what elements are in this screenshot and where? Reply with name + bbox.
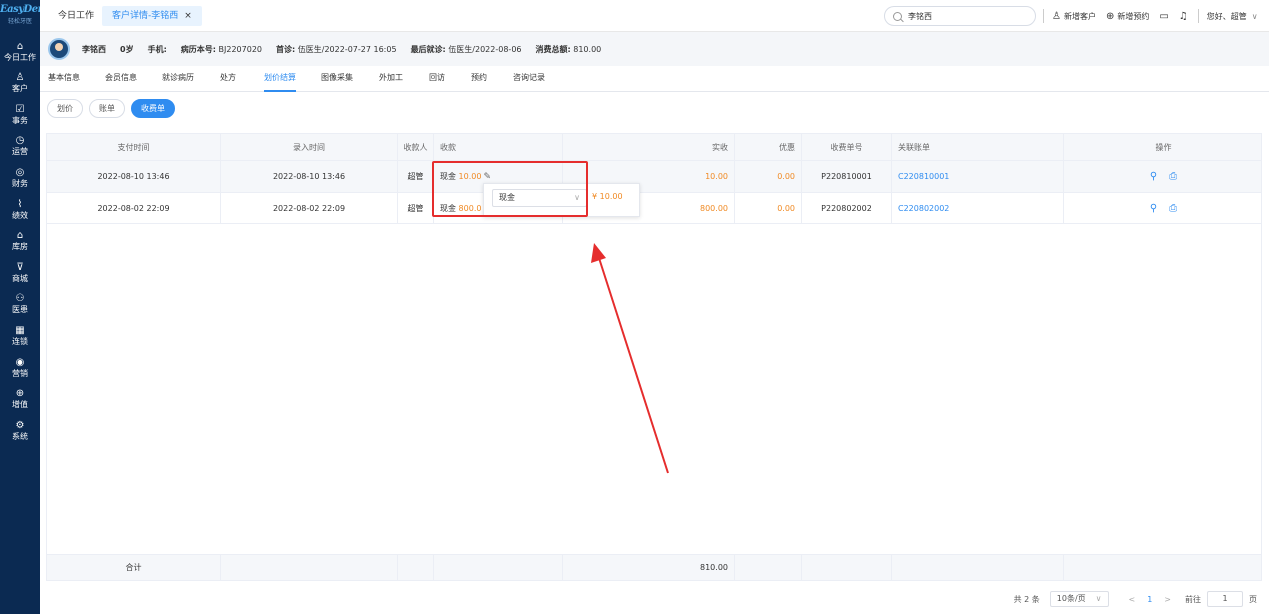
annotation-arrow: [591, 243, 669, 474]
next-page-button[interactable]: >: [1164, 595, 1171, 604]
page-size-select[interactable]: 10条/页 ∨: [1049, 591, 1109, 607]
goto-page-input[interactable]: 1: [1207, 591, 1243, 607]
pagination: 共 2 条 10条/页 ∨ < 1 > 前往 1 页: [1014, 590, 1257, 608]
page-unit: 页: [1249, 594, 1257, 604]
arrow-head: [591, 243, 606, 263]
total-count: 共 2 条: [1013, 594, 1040, 604]
arrow-shaft: [598, 257, 669, 474]
page-size-value: 10条/页: [1056, 594, 1086, 603]
current-page[interactable]: 1: [1147, 595, 1152, 604]
goto-label: 前往: [1185, 594, 1201, 604]
chevron-down-icon: ∨: [1095, 594, 1102, 603]
prev-page-button[interactable]: <: [1129, 595, 1136, 604]
